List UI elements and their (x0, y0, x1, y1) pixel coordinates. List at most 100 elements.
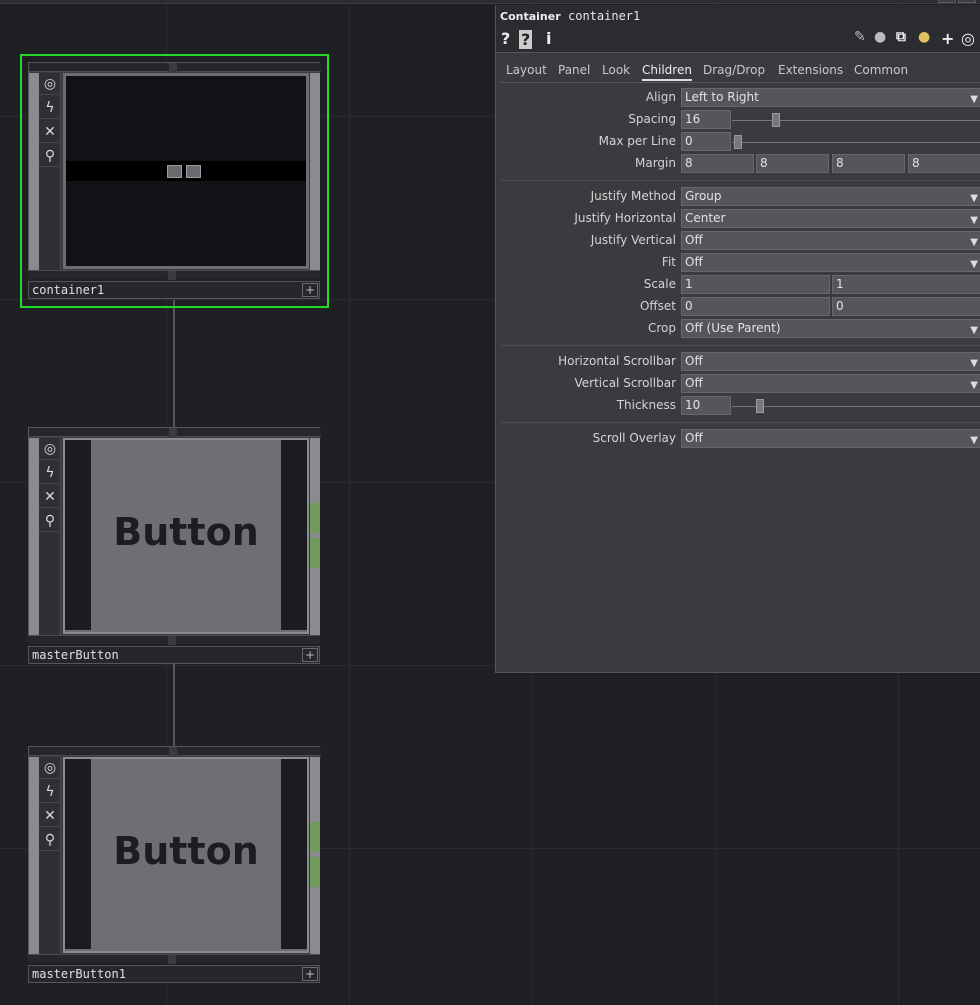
bypass-icon[interactable]: ✕ (39, 486, 61, 508)
help-icon[interactable]: ? (501, 29, 510, 48)
panel-output-handle[interactable] (310, 538, 320, 568)
viewer-toggle-icon[interactable]: ◎ (39, 438, 61, 460)
param-fit: Fit Off ▼ (496, 252, 980, 274)
node-masterbutton[interactable]: ◎ ϟ ✕ ⚲ Button masterButton + (28, 427, 321, 665)
panel-output-handle[interactable] (310, 822, 320, 852)
tab-extensions[interactable]: Extensions (778, 63, 843, 77)
target-icon[interactable]: ◎ (961, 29, 975, 48)
spacing-slider-handle[interactable] (772, 113, 780, 127)
horizontal-scrollbar-dropdown[interactable]: Off ▼ (681, 352, 980, 371)
param-label: Max per Line (598, 134, 676, 148)
cook-icon[interactable]: ϟ (39, 462, 61, 484)
node-left-edge (29, 757, 39, 957)
scale-y-field[interactable]: 1 (832, 275, 980, 294)
comment-icon[interactable]: ● (874, 29, 886, 45)
margin-right-field[interactable]: 8 (756, 154, 829, 173)
justify-vertical-dropdown[interactable]: Off ▼ (681, 231, 980, 250)
scale-x-field[interactable]: 1 (681, 275, 830, 294)
lock-icon[interactable]: ⚲ (39, 829, 61, 851)
op-name-field[interactable]: container1 (568, 9, 640, 23)
dropdown-value: Off (685, 354, 703, 368)
panel-output-handle[interactable] (310, 857, 320, 887)
align-dropdown[interactable]: Left to Right ▼ (681, 88, 980, 107)
max-per-line-slider-handle[interactable] (734, 135, 742, 149)
container-viewer[interactable] (63, 73, 309, 269)
tab-layout[interactable]: Layout (506, 63, 547, 77)
button-viewer[interactable]: Button (63, 757, 309, 953)
param-tabs: Layout Panel Look Children Drag/Drop Ext… (500, 55, 980, 83)
margin-bottom-field[interactable]: 8 (832, 154, 905, 173)
tab-children[interactable]: Children (642, 63, 692, 81)
param-justify-vertical: Justify Vertical Off ▼ (496, 230, 980, 252)
margin-top-field[interactable]: 8 (908, 154, 980, 173)
lock-icon[interactable]: ⚲ (39, 145, 61, 167)
scroll-overlay-dropdown[interactable]: Off ▼ (681, 429, 980, 448)
tab-panel[interactable]: Panel (558, 63, 590, 77)
node-body: ◎ ϟ ✕ ⚲ Button (28, 427, 321, 640)
tab-drag-drop[interactable]: Drag/Drop (703, 63, 765, 77)
justify-horizontal-dropdown[interactable]: Center ▼ (681, 209, 980, 228)
node-name: container1 (32, 283, 105, 297)
param-label: Scroll Overlay (592, 431, 676, 445)
dropdown-value: Center (685, 211, 726, 225)
button-preview-text: Button (113, 829, 259, 873)
fit-dropdown[interactable]: Off ▼ (681, 253, 980, 272)
window-button[interactable] (958, 0, 976, 3)
python-icon[interactable]: ● (918, 29, 930, 45)
section-divider (500, 422, 980, 423)
justify-method-dropdown[interactable]: Group ▼ (681, 187, 980, 206)
add-icon[interactable]: + (941, 29, 954, 48)
panel-output-handle[interactable] (310, 503, 320, 533)
cook-icon[interactable]: ϟ (39, 781, 61, 803)
offset-x-field[interactable]: 0 (681, 297, 830, 316)
tab-look[interactable]: Look (602, 63, 630, 77)
clone-icon[interactable]: ⧉ (896, 29, 906, 45)
node-label-bar[interactable]: masterButton1 + (28, 965, 320, 983)
margin-left-field[interactable]: 8 (681, 154, 754, 173)
python-help-icon[interactable]: ? (519, 30, 533, 49)
add-icon[interactable]: + (302, 648, 318, 662)
node-container1[interactable]: ◎ ϟ ✕ ⚲ container1 + (20, 54, 329, 308)
node-bottom-strip (28, 270, 320, 280)
node-top-strip (29, 63, 321, 72)
thickness-slider-handle[interactable] (756, 399, 764, 413)
chevron-down-icon: ▼ (970, 237, 978, 248)
spacing-field[interactable]: 16 (681, 110, 731, 129)
param-label: Scale (643, 277, 676, 291)
offset-y-field[interactable]: 0 (832, 297, 980, 316)
add-icon[interactable]: + (302, 283, 318, 297)
node-rail: ◎ ϟ ✕ ⚲ (39, 757, 61, 957)
param-label: Justify Method (590, 189, 676, 203)
section-divider (500, 180, 980, 181)
max-per-line-field[interactable]: 0 (681, 132, 731, 151)
slider-track (732, 406, 980, 407)
button-preview-text: Button (113, 510, 259, 554)
viewer-toggle-icon[interactable]: ◎ (39, 73, 61, 95)
info-icon[interactable]: i (546, 29, 551, 48)
pencil-icon[interactable]: ✎ (854, 29, 866, 45)
add-icon[interactable]: + (302, 967, 318, 981)
crop-dropdown[interactable]: Off (Use Parent) ▼ (681, 319, 980, 338)
param-label: Spacing (628, 112, 676, 126)
chevron-down-icon: ▼ (970, 325, 978, 336)
lock-icon[interactable]: ⚲ (39, 510, 61, 532)
cook-icon[interactable]: ϟ (39, 97, 61, 119)
bypass-icon[interactable]: ✕ (39, 805, 61, 827)
param-label: Margin (635, 156, 676, 170)
tab-common[interactable]: Common (854, 63, 908, 77)
dropdown-value: Off (685, 255, 703, 269)
node-masterbutton1[interactable]: ◎ ϟ ✕ ⚲ Button masterButton1 + (28, 746, 321, 984)
button-viewer[interactable]: Button (63, 438, 309, 634)
node-label-bar[interactable]: container1 + (28, 281, 320, 299)
bypass-icon[interactable]: ✕ (39, 121, 61, 143)
thickness-field[interactable]: 10 (681, 396, 731, 415)
window-button[interactable] (938, 0, 956, 3)
child-button-preview (186, 165, 201, 178)
vertical-scrollbar-dropdown[interactable]: Off ▼ (681, 374, 980, 393)
node-bottom-strip (28, 635, 320, 645)
dropdown-value: Off (Use Parent) (685, 321, 781, 335)
node-body: ◎ ϟ ✕ ⚲ (28, 62, 321, 275)
node-label-bar[interactable]: masterButton + (28, 646, 320, 664)
panel-header: Container container1 (496, 5, 980, 27)
viewer-toggle-icon[interactable]: ◎ (39, 757, 61, 779)
